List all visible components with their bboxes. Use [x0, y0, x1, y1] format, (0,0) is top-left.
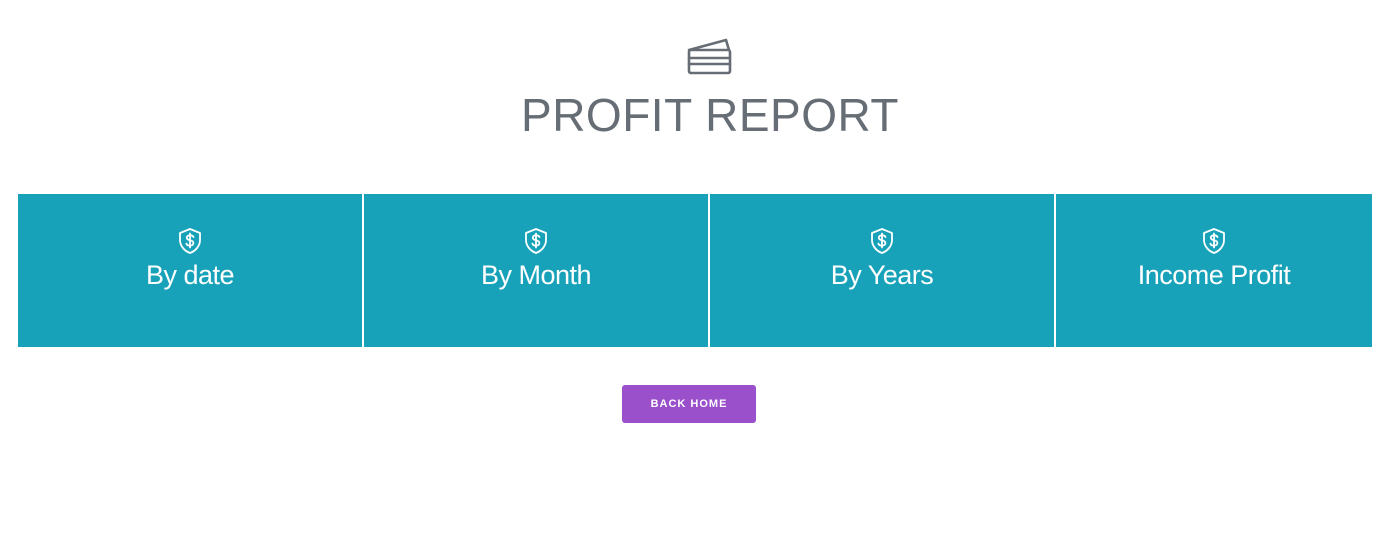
tile-by-date[interactable]: By date	[18, 194, 362, 347]
tile-label: By Years	[830, 260, 934, 290]
back-home-button[interactable]: BACK HOME	[622, 385, 756, 423]
tile-label: Income Profit	[1137, 260, 1291, 290]
page-title: PROFIT REPORT	[521, 89, 899, 141]
tile-income-profit[interactable]: Income Profit	[1056, 194, 1372, 347]
shield-dollar-icon	[871, 228, 893, 254]
shield-dollar-icon	[1203, 228, 1225, 254]
tile-label: By date	[145, 260, 235, 290]
credit-card-icon	[687, 38, 732, 75]
tile-by-years[interactable]: By Years	[710, 194, 1054, 347]
shield-dollar-icon	[179, 228, 201, 254]
tile-label: By Month	[480, 260, 592, 290]
tile-by-month[interactable]: By Month	[364, 194, 708, 347]
shield-dollar-icon	[525, 228, 547, 254]
report-tiles: By date By Month By Years Income Profit	[18, 194, 1372, 347]
